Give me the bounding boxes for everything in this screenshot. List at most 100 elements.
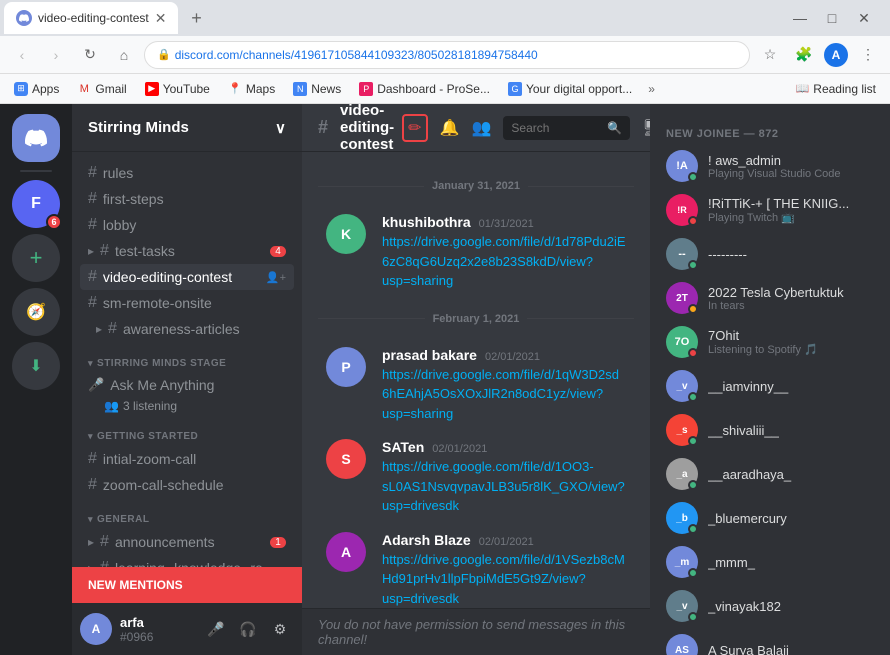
server-icon-f[interactable]: F 6 xyxy=(12,180,60,228)
bookmark-youtube[interactable]: ▶ YouTube xyxy=(139,78,216,100)
extensions-button[interactable]: 🧩 xyxy=(790,41,818,69)
server-icon-download[interactable]: ⬇ xyxy=(12,342,60,390)
active-tab[interactable]: video-editing-contest ✕ xyxy=(4,2,178,34)
member-item[interactable]: !A ! aws_admin Playing Visual Studio Cod… xyxy=(658,144,882,188)
channel-item-zoom-call-schedule[interactable]: # zoom-call-schedule xyxy=(80,472,294,498)
member-item[interactable]: _v __iamvinny__ xyxy=(658,364,882,408)
member-item[interactable]: 7O 7Ohit Listening to Spotify 🎵 xyxy=(658,320,882,364)
channel-item-test-tasks[interactable]: ▸ # test-tasks 4 xyxy=(80,238,294,264)
server-header[interactable]: Stirring Minds ∨ xyxy=(72,104,302,152)
refresh-button[interactable]: ↻ xyxy=(76,41,104,69)
edit-pin-button[interactable]: ✏ xyxy=(402,114,427,142)
channel-item-lobby[interactable]: # lobby xyxy=(80,212,294,238)
message-link[interactable]: https://drive.google.com/file/d/1d78Pdu2… xyxy=(382,234,626,288)
message-link[interactable]: https://drive.google.com/file/d/1qW3D2sd… xyxy=(382,367,619,421)
profile-button[interactable]: A xyxy=(824,43,848,67)
member-name: A Surya Balaji xyxy=(708,643,874,655)
server-icon-add[interactable]: + xyxy=(12,234,60,282)
member-item[interactable]: 2T 2022 Tesla Cybertuktuk In tears xyxy=(658,276,882,320)
home-button[interactable]: ⌂ xyxy=(110,41,138,69)
search-box[interactable]: 🔍 xyxy=(503,116,630,140)
member-item[interactable]: _s __shivaliii__ xyxy=(658,408,882,452)
deafen-button[interactable]: 🎧 xyxy=(234,615,262,643)
avatar: _a xyxy=(666,458,698,490)
message-header: khushibothra 01/31/2021 xyxy=(382,214,626,230)
member-name: _bluemercury xyxy=(708,511,874,526)
more-bookmarks-button[interactable]: » xyxy=(644,82,659,96)
new-mentions-button[interactable]: NEW MENTIONS xyxy=(72,567,302,603)
chat-header: # video-editing-contest ✏ 🔔 👥 🔍 🖥 ❓ xyxy=(302,104,650,152)
member-item[interactable]: -- --------- xyxy=(658,232,882,276)
channel-item-awareness-articles[interactable]: ▸ # awareness-articles xyxy=(80,316,294,342)
bookmark-gmail[interactable]: M Gmail xyxy=(71,78,132,100)
search-input[interactable] xyxy=(511,121,601,135)
new-tab-button[interactable]: + xyxy=(182,4,210,32)
member-item[interactable]: _m _mmm_ xyxy=(658,540,882,584)
tab-favicon xyxy=(16,10,32,26)
bookmark-button[interactable]: ☆ xyxy=(756,41,784,69)
member-item[interactable]: _a __aaradhaya_ xyxy=(658,452,882,496)
category-general[interactable]: ▾ GENERAL xyxy=(80,498,294,529)
hash-icon: # xyxy=(100,242,109,260)
avatar: 7O xyxy=(666,326,698,358)
reading-list-button[interactable]: 📖 Reading list xyxy=(789,78,882,100)
channel-item-learning[interactable]: ▸ # learning--knowledge--re... xyxy=(80,555,294,567)
channel-label: announcements xyxy=(115,534,264,550)
avatar: A xyxy=(80,613,112,645)
status-indicator xyxy=(688,348,698,358)
status-indicator xyxy=(688,568,698,578)
channel-item-first-steps[interactable]: # first-steps xyxy=(80,186,294,212)
bookmark-google[interactable]: G Your digital opport... xyxy=(502,78,638,100)
hash-icon: # xyxy=(88,190,97,208)
category-stirring-minds-stage[interactable]: ▾ STIRRING MINDS STAGE xyxy=(80,342,294,373)
message-group: A Adarsh Blaze 02/01/2021 https://drive.… xyxy=(318,530,634,609)
apps-icon: ⊞ xyxy=(14,82,28,96)
channel-label: intial-zoom-call xyxy=(103,451,286,467)
category-arrow-icon: ▾ xyxy=(88,358,93,369)
bookmark-dashboard[interactable]: P Dashboard - ProSe... xyxy=(353,78,496,100)
url-text: discord.com/channels/419617105844109323/… xyxy=(175,48,737,62)
message-text: https://drive.google.com/file/d/1OO3-sL0… xyxy=(382,457,626,516)
channel-label: first-steps xyxy=(103,191,286,207)
server-badge: 6 xyxy=(46,214,62,230)
member-info: _bluemercury xyxy=(708,511,874,526)
members-button[interactable]: 👥 xyxy=(471,118,491,138)
bookmark-apps[interactable]: ⊞ Apps xyxy=(8,78,65,100)
maximize-button[interactable]: □ xyxy=(818,4,846,32)
settings-button[interactable]: ⚙ xyxy=(266,615,294,643)
message-author: Adarsh Blaze xyxy=(382,532,471,548)
message-link[interactable]: https://drive.google.com/file/d/1OO3-sL0… xyxy=(382,459,625,513)
message-timestamp: 01/31/2021 xyxy=(479,218,534,230)
user-plus-icon: 👤+ xyxy=(266,271,286,284)
back-button[interactable]: ‹ xyxy=(8,41,36,69)
member-item[interactable]: AS A Surya Balaji xyxy=(658,628,882,655)
channel-item-sm-remote-onsite[interactable]: # sm-remote-onsite xyxy=(80,290,294,316)
maps-icon: 📍 xyxy=(228,82,242,96)
server-icon-explore[interactable]: 🧭 xyxy=(12,288,60,336)
tab-close-button[interactable]: ✕ xyxy=(155,10,167,27)
member-item[interactable]: _b _bluemercury xyxy=(658,496,882,540)
member-item[interactable]: !R !RiTTiK-+ [ THE KNIIG... Playing Twit… xyxy=(658,188,882,232)
forward-button[interactable]: › xyxy=(42,41,70,69)
message-link[interactable]: https://drive.google.com/file/d/1VSezb8c… xyxy=(382,552,625,606)
mute-button[interactable]: 🎤 xyxy=(202,615,230,643)
menu-button[interactable]: ⋮ xyxy=(854,41,882,69)
notifications-button[interactable]: 🔔 xyxy=(440,118,460,138)
channel-sidebar: Stirring Minds ∨ # rules # first-steps #… xyxy=(72,104,302,655)
address-bar[interactable]: 🔒 discord.com/channels/41961710584410932… xyxy=(144,41,750,69)
channel-item-video-editing-contest[interactable]: # video-editing-contest 👤+ xyxy=(80,264,294,290)
channel-item-rules[interactable]: # rules xyxy=(80,160,294,186)
bookmark-news[interactable]: N News xyxy=(287,78,347,100)
message-timestamp: 02/01/2021 xyxy=(485,351,540,363)
discord-home-button[interactable] xyxy=(12,114,60,162)
bookmark-maps[interactable]: 📍 Maps xyxy=(222,78,281,100)
channel-item-announcements[interactable]: ▸ # announcements 1 xyxy=(80,529,294,555)
channel-label: video-editing-contest xyxy=(103,269,260,285)
member-item[interactable]: _v _vinayak182 xyxy=(658,584,882,628)
minimize-button[interactable]: — xyxy=(786,4,814,32)
avatar: AS xyxy=(666,634,698,655)
close-browser-button[interactable]: ✕ xyxy=(850,4,878,32)
category-getting-started[interactable]: ▾ GETTING STARTED xyxy=(80,415,294,446)
stage-channel-ask-me-anything[interactable]: 🎤 Ask Me Anything xyxy=(80,373,294,397)
channel-item-intial-zoom-call[interactable]: # intial-zoom-call xyxy=(80,446,294,472)
